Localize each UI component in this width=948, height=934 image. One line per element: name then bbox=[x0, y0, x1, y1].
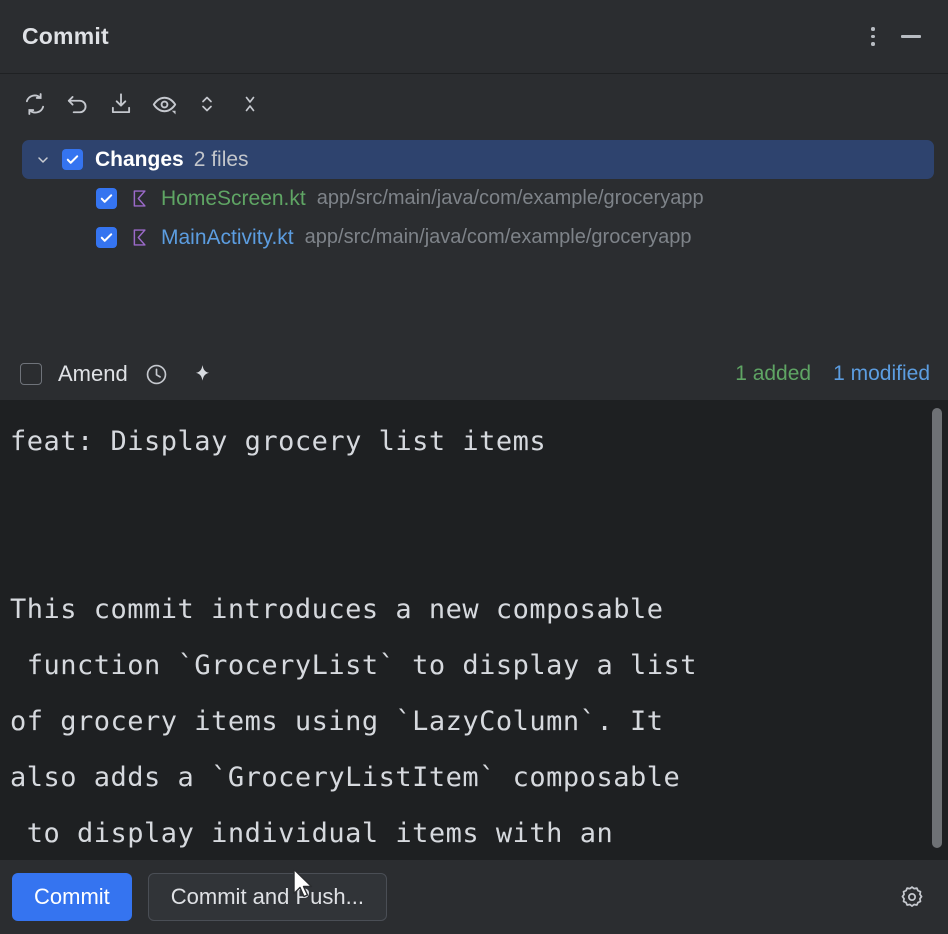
file-path: app/src/main/java/com/example/groceryapp bbox=[305, 226, 692, 249]
amend-row: Amend 1 added 1 modified bbox=[0, 348, 948, 400]
commit-message-input[interactable]: feat: Display grocery list items This co… bbox=[0, 400, 948, 860]
more-vertical-icon[interactable] bbox=[854, 18, 892, 56]
collapse-all-icon[interactable] bbox=[231, 85, 269, 123]
refresh-icon[interactable] bbox=[16, 85, 54, 123]
gear-icon[interactable] bbox=[892, 877, 932, 917]
file-checkbox[interactable] bbox=[96, 188, 117, 209]
file-name: HomeScreen.kt bbox=[161, 187, 306, 211]
page-title: Commit bbox=[22, 23, 109, 50]
commit-tool-window: Commit bbox=[0, 0, 948, 934]
status-badge-added: 1 added bbox=[735, 362, 811, 386]
minimize-icon[interactable] bbox=[892, 18, 930, 56]
file-path: app/src/main/java/com/example/groceryapp bbox=[317, 187, 704, 210]
kotlin-file-icon bbox=[129, 188, 151, 210]
rollback-icon[interactable] bbox=[59, 85, 97, 123]
chevron-down-icon[interactable] bbox=[34, 151, 52, 169]
minimize-glyph bbox=[901, 35, 921, 38]
file-name: MainActivity.kt bbox=[161, 226, 294, 250]
changes-group-label: Changes bbox=[95, 148, 184, 172]
amend-label: Amend bbox=[58, 361, 128, 387]
commit-message-scrollbar[interactable] bbox=[932, 408, 942, 848]
amend-checkbox[interactable] bbox=[20, 363, 42, 385]
more-vertical-glyph bbox=[871, 27, 875, 46]
file-checkbox[interactable] bbox=[96, 227, 117, 248]
clock-icon[interactable] bbox=[140, 357, 174, 391]
expand-collapse-icon[interactable] bbox=[188, 85, 226, 123]
sparkle-icon[interactable] bbox=[186, 357, 220, 391]
changes-group-row[interactable]: Changes 2 files bbox=[22, 140, 934, 179]
tool-window-header: Commit bbox=[0, 0, 948, 74]
changes-toolbar bbox=[0, 74, 948, 134]
list-item[interactable]: HomeScreen.kt app/src/main/java/com/exam… bbox=[0, 179, 948, 218]
commit-actions-bar: Commit Commit and Push... bbox=[0, 860, 948, 934]
changes-group-checkbox[interactable] bbox=[62, 149, 83, 170]
changes-group-count: 2 files bbox=[194, 148, 249, 172]
kotlin-file-icon bbox=[129, 227, 151, 249]
changes-tree: Changes 2 files HomeScreen.kt app/src/ma… bbox=[0, 134, 948, 348]
list-item[interactable]: MainActivity.kt app/src/main/java/com/ex… bbox=[0, 218, 948, 257]
commit-button[interactable]: Commit bbox=[12, 873, 132, 921]
commit-and-push-button[interactable]: Commit and Push... bbox=[148, 873, 387, 921]
status-badge-modified: 1 modified bbox=[833, 362, 930, 386]
preview-diff-icon[interactable] bbox=[145, 85, 183, 123]
commit-message-area[interactable]: feat: Display grocery list items This co… bbox=[0, 400, 948, 860]
shelve-icon[interactable] bbox=[102, 85, 140, 123]
